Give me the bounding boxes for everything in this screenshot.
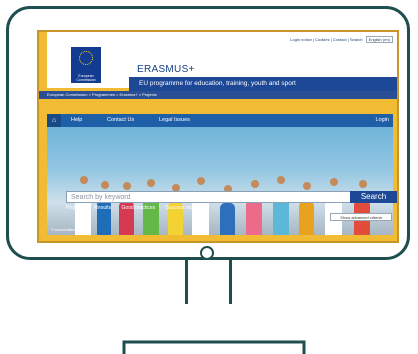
eu-flag-logo[interactable] <box>71 47 101 73</box>
filter-success-stories[interactable]: Success stories <box>166 205 201 211</box>
language-selector[interactable]: English (en) <box>365 36 393 43</box>
hero-head <box>359 180 367 188</box>
filter-projects[interactable]: Projects <box>66 205 84 211</box>
hero-head <box>80 176 88 184</box>
search-input[interactable]: Search by keyword <box>66 191 351 203</box>
filter-good-practices[interactable]: Good practices <box>122 205 156 211</box>
hero-person <box>220 203 235 235</box>
hero-head <box>147 179 155 187</box>
hero-head <box>277 176 285 184</box>
hero-person <box>143 198 159 235</box>
nav-item-legal-issues[interactable]: Legal Issues <box>159 114 190 127</box>
monitor-base <box>122 340 306 354</box>
photo-credit: © www.shutterstock.com <box>51 228 90 232</box>
hero-person <box>299 201 314 235</box>
hero-head <box>101 181 109 189</box>
hero-head <box>197 177 205 185</box>
monitor-stand <box>185 260 188 304</box>
filter-results[interactable]: Results <box>94 205 111 211</box>
monitor-frame: Login notice | Cookies | Contact | Searc… <box>6 6 410 260</box>
breadcrumb[interactable]: European Commission > Programmes > Erasm… <box>39 91 397 99</box>
nav-login[interactable]: Login <box>376 114 389 127</box>
browser-screen: Login notice | Cookies | Contact | Searc… <box>37 30 399 243</box>
nav-item-contact-us[interactable]: Contact Us <box>107 114 134 127</box>
eu-stars-icon <box>79 51 93 65</box>
power-button-icon <box>200 246 214 260</box>
hero-head <box>303 182 311 190</box>
eu-logo-label: European Commission <box>71 73 101 83</box>
site-title: ERASMUS+ <box>137 64 195 75</box>
monitor-stand <box>229 260 232 304</box>
hero-head <box>251 180 259 188</box>
site-tagline: EU programme for education, training, yo… <box>129 77 397 91</box>
top-links-text[interactable]: Login notice | Cookies | Contact | Searc… <box>290 37 362 42</box>
search-filters: Projects Results Good practices Success … <box>66 205 210 211</box>
main-navigation: ⌂ Help Contact Us Legal Issues Login <box>47 114 393 127</box>
hero-head <box>123 182 131 190</box>
advanced-criteria-button[interactable]: Show advanced criteria <box>330 213 392 221</box>
nav-item-help[interactable]: Help <box>71 114 82 127</box>
hero-person <box>246 199 262 235</box>
search-button[interactable]: Search <box>350 191 397 203</box>
hero-head <box>330 178 338 186</box>
home-icon[interactable]: ⌂ <box>47 114 61 127</box>
top-links[interactable]: Login notice | Cookies | Contact | Searc… <box>290 36 393 43</box>
